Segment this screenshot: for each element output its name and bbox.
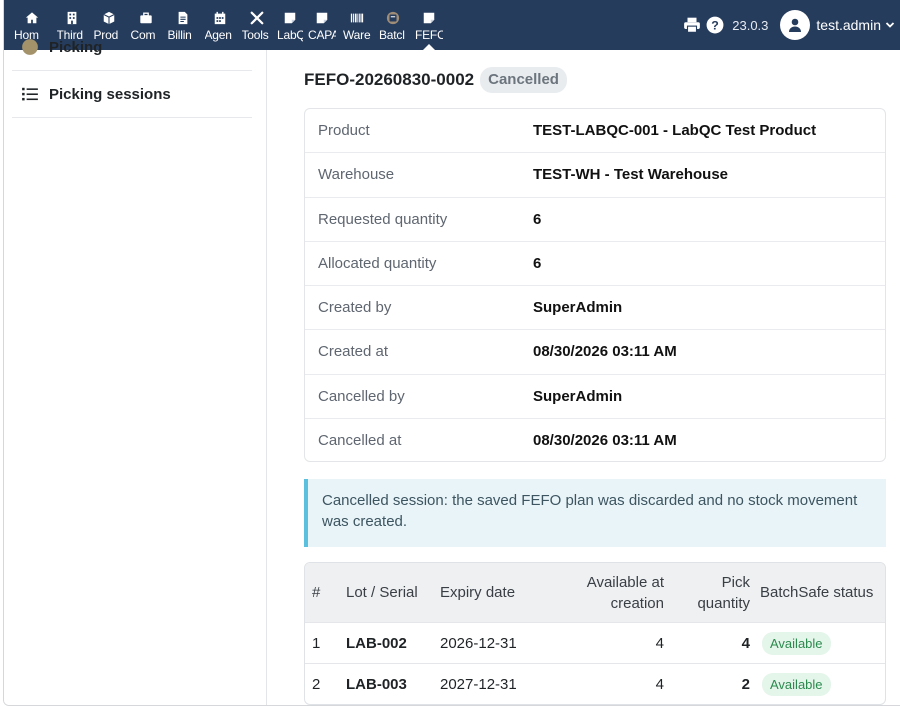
picking-icon (22, 39, 38, 55)
batch-icon (386, 11, 400, 25)
table-row: 2 LAB-003 2027-12-31 4 2 Available (305, 663, 885, 704)
detail-label: Created at (318, 343, 389, 361)
header-line: Pick (721, 573, 750, 591)
user-icon (789, 18, 802, 32)
detail-value: SuperAdmin (533, 299, 623, 317)
detail-value: 08/30/2026 03:11 AM (533, 343, 677, 361)
version-label: 23.0.3 (732, 17, 769, 33)
cell-expiry: 2027-12-31 (440, 675, 517, 693)
app-window: Hom Third Prod Com Billin Agen Tools Lab… (3, 0, 900, 706)
sidebar-item-picking[interactable]: Picking (12, 24, 252, 71)
detail-row-requested-quantity: Requested quantity 6 (305, 198, 885, 242)
detail-label: Requested quantity (318, 210, 448, 228)
invoice-icon (178, 11, 187, 25)
svg-text:?: ? (711, 19, 719, 33)
detail-label: Allocated quantity (318, 254, 437, 272)
detail-label: Created by (318, 299, 392, 317)
detail-value: TEST-WH - Test Warehouse (533, 166, 729, 184)
cube-icon (103, 11, 114, 25)
cell-lot: LAB-002 (346, 634, 407, 652)
help-icon[interactable]: ? (706, 16, 724, 34)
cell-num: 2 (312, 675, 321, 693)
detail-row-allocated-quantity: Allocated quantity 6 (305, 242, 885, 286)
detail-row-cancelled-by: Cancelled by SuperAdmin (305, 375, 885, 419)
menu-item-batchsafe[interactable]: Batcl (375, 0, 411, 50)
detail-row-created-by: Created by SuperAdmin (305, 286, 885, 331)
column-header-lot: Lot / Serial (346, 584, 418, 601)
sidebar-item-picking-sessions[interactable]: Picking sessions (12, 71, 252, 118)
detail-row-warehouse: Warehouse TEST-WH - Test Warehouse (305, 153, 885, 198)
lots-table: # Lot / Serial Expiry date Available at … (304, 562, 886, 705)
page-title: FEFO-20260830-0002 (304, 70, 475, 89)
sidebar-item-label: Picking sessions (49, 85, 171, 103)
detail-row-created-at: Created at 08/30/2026 03:11 AM (305, 330, 885, 375)
cell-pick: 4 (741, 634, 750, 652)
column-header-pick: Pick quantity (664, 572, 750, 614)
cell-available: 4 (655, 634, 664, 652)
briefcase-icon (139, 12, 152, 24)
note-icon (284, 12, 296, 24)
cell-available: 4 (655, 675, 664, 693)
detail-row-product: Product TEST-LABQC-001 - LabQC Test Prod… (305, 109, 885, 154)
cell-lot: LAB-003 (346, 675, 407, 693)
menu-item-label: CAPA (308, 28, 336, 42)
barcode-icon (350, 13, 364, 23)
header-line: creation (610, 594, 664, 612)
column-header-expiry: Expiry date (440, 584, 516, 601)
cell-status: Available (750, 672, 831, 696)
list-icon (22, 87, 38, 101)
cell-pick: 2 (741, 675, 750, 693)
column-header-available: Available at creation (554, 572, 664, 614)
sidebar-item-label: Picking (49, 38, 103, 56)
menu-item-label: Ware (343, 28, 371, 42)
topbar-tools: ? 23.0.3 test.admin (683, 0, 900, 50)
chevron-down-icon (885, 22, 895, 28)
menu-item-capa[interactable]: CAPA (305, 0, 339, 50)
home-icon (25, 12, 39, 24)
left-sidebar: Picking Picking sessions (4, 39, 267, 705)
detail-label: Product (318, 122, 370, 140)
tools-icon (250, 11, 263, 25)
menu-item-label: Batcl (379, 28, 405, 42)
detail-label: Cancelled at (318, 432, 402, 450)
menu-item-labqc[interactable]: LabQ (275, 0, 305, 50)
detail-value: TEST-LABQC-001 - LabQC Test Product (533, 122, 817, 140)
detail-label: Cancelled by (318, 387, 405, 405)
cell-status: Available (750, 631, 831, 655)
header-line: Available at (586, 573, 664, 591)
detail-value: 08/30/2026 03:11 AM (533, 432, 677, 450)
status-badge: Cancelled (480, 67, 567, 93)
username: test.admin (816, 17, 881, 33)
session-details-card: Product TEST-LABQC-001 - LabQC Test Prod… (304, 108, 886, 462)
table-header: # Lot / Serial Expiry date Available at … (305, 563, 885, 622)
status-badge: Available (762, 631, 831, 655)
status-badge: Available (762, 672, 831, 696)
menu-item-label: FEFO (415, 28, 443, 42)
header-line: quantity (697, 594, 750, 612)
info-alert: Cancelled session: the saved FEFO plan w… (304, 479, 886, 547)
table-row: 1 LAB-002 2026-12-31 4 4 Available (305, 622, 885, 663)
avatar (780, 10, 811, 40)
building-icon (67, 11, 76, 25)
column-header-status: BatchSafe status (760, 584, 874, 601)
note-icon (423, 12, 435, 24)
user-menu[interactable]: test.admin (780, 0, 900, 50)
detail-value: 6 (533, 254, 542, 272)
note-icon (316, 12, 328, 24)
detail-value: 6 (533, 210, 542, 228)
calendar-icon (214, 11, 225, 25)
cell-expiry: 2026-12-31 (440, 634, 517, 652)
detail-label: Warehouse (318, 166, 395, 184)
menu-item-warehouse[interactable]: Ware (339, 0, 375, 50)
menu-item-label: LabQ (277, 28, 303, 42)
column-header-num: # (312, 584, 321, 601)
detail-value: SuperAdmin (533, 387, 623, 405)
print-icon[interactable] (683, 16, 701, 34)
page-header: FEFO-20260830-0002 Cancelled (304, 67, 567, 93)
menu-item-fefo[interactable]: FEFO (411, 0, 447, 50)
cell-num: 1 (312, 634, 321, 652)
detail-row-cancelled-at: Cancelled at 08/30/2026 03:11 AM (305, 419, 885, 461)
